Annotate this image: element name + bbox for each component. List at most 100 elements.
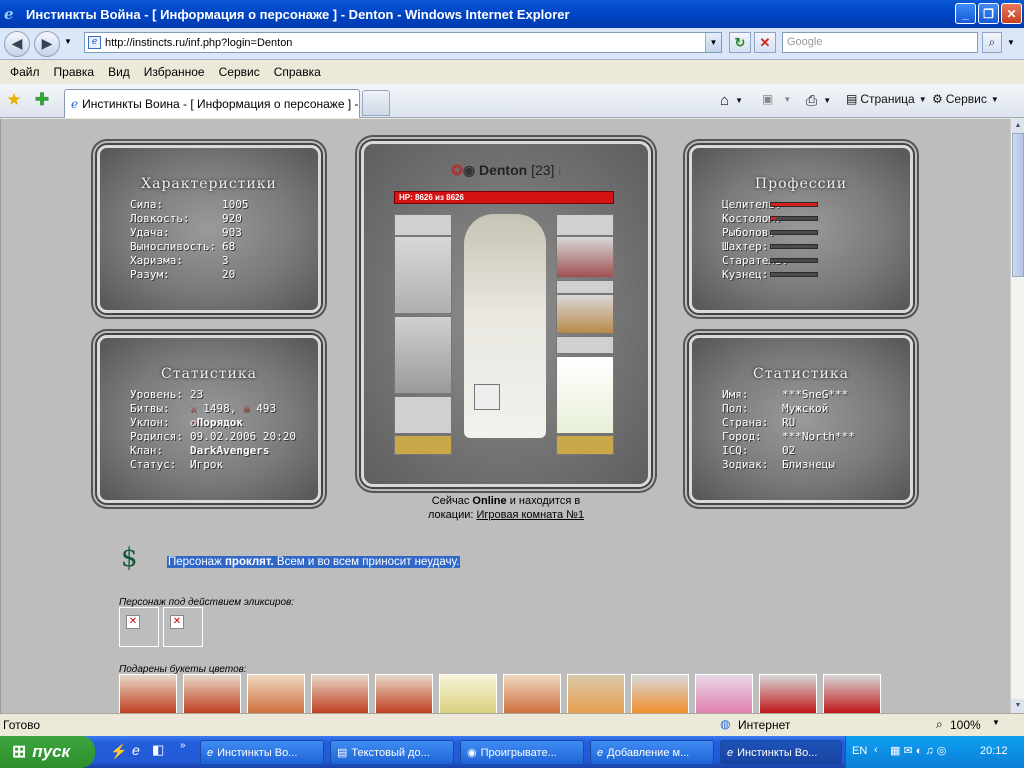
address-dropdown-icon[interactable]: ▼ (705, 33, 721, 52)
elixir-slot[interactable]: ✕ (119, 607, 159, 647)
home-icon[interactable]: ⌂ ▼ (720, 92, 743, 109)
quicklaunch-ie-icon[interactable]: e (132, 742, 140, 758)
flower-bouquet[interactable] (247, 674, 305, 713)
tray-expand-icon[interactable]: ‹ (874, 744, 878, 756)
menu-tools[interactable]: Сервис (212, 65, 267, 79)
flower-bouquet[interactable] (439, 674, 497, 713)
zoom-level[interactable]: 100% (950, 718, 981, 732)
elixir-slot[interactable]: ✕ (163, 607, 203, 647)
equip-slot[interactable] (394, 214, 452, 236)
stat-row: Харизма: 3 (130, 254, 229, 267)
scroll-down-icon[interactable]: ▼ (1011, 699, 1024, 713)
flower-bouquet[interactable] (183, 674, 241, 713)
status-bar: Готово ◍ Интернет ⌕ 100% ▼ (0, 713, 1024, 736)
favorites-star-icon[interactable]: ★ (4, 90, 24, 110)
page-menu[interactable]: ▤ Страница ▼ (846, 92, 927, 106)
search-icon: ⌕ (988, 35, 996, 49)
flower-bouquet[interactable] (375, 674, 433, 713)
weapon-slot[interactable] (394, 236, 452, 314)
clan-icon: ◉ (462, 162, 476, 178)
language-indicator[interactable]: EN (852, 745, 867, 757)
stat-row: Разум: 20 (130, 268, 236, 281)
search-input[interactable]: Google (782, 32, 978, 53)
ring-slots-right[interactable] (556, 435, 614, 455)
back-button[interactable]: ◀ (4, 30, 30, 57)
bracer-slot[interactable] (556, 294, 614, 334)
gloves-slot[interactable] (556, 236, 614, 278)
search-options-icon[interactable]: ▼ (1004, 32, 1018, 53)
menu-file[interactable]: Файл (3, 65, 47, 79)
menu-view[interactable]: Вид (101, 65, 137, 79)
page-icon: e (88, 36, 101, 49)
taskbar-item[interactable]: e Добавление м... (590, 740, 714, 765)
level-row: Уровень: 23 (130, 388, 204, 401)
quicklaunch-app-icon[interactable]: ◧ (152, 742, 164, 758)
taskbar-item[interactable]: e Инстинкты Во... (200, 740, 324, 765)
add-favorite-icon[interactable]: ✚ (32, 90, 52, 110)
tab-ie-icon: e (71, 97, 79, 111)
ring-slots[interactable] (394, 435, 452, 455)
tab-label: Инстинкты Воина - [ Информация о персона… (82, 97, 360, 111)
flower-bouquet[interactable] (759, 674, 817, 713)
taskbar: ⊞ пуск ⚡ e ◧ » e Инстинкты Во... ▤ Текстов… (0, 736, 1024, 768)
tools-menu[interactable]: ⚙ Сервис ▼ (932, 92, 999, 106)
stop-button[interactable]: ✕ (754, 32, 776, 53)
quicklaunch-more-icon[interactable]: » (180, 740, 186, 751)
start-button[interactable]: ⊞ пуск (0, 736, 95, 768)
profession-fill (771, 273, 773, 276)
minimize-button[interactable]: _ (955, 3, 976, 24)
scroll-up-icon[interactable]: ▲ (1011, 119, 1024, 133)
print-icon[interactable]: ⎙ ▼ (806, 92, 831, 109)
belt-slot[interactable] (394, 396, 452, 434)
tray-icons[interactable]: ▦ ✉ ◐ ♫ ◎ (890, 744, 946, 757)
taskbar-item[interactable]: ◉ Проигрывате... (460, 740, 584, 765)
flower-bouquet[interactable] (311, 674, 369, 713)
flower-bouquet[interactable] (631, 674, 689, 713)
quicklaunch-icon[interactable]: ⚡ (110, 743, 127, 760)
flower-bouquet[interactable] (119, 674, 177, 713)
stat-row: Удача: 903 (130, 226, 242, 239)
small-slots[interactable] (556, 280, 614, 294)
flower-bouquet[interactable] (695, 674, 753, 713)
clock[interactable]: 20:12 (980, 745, 1008, 757)
info-icon: i (558, 167, 561, 177)
profession-bar (770, 202, 818, 207)
forward-button[interactable]: ▶ (34, 30, 60, 57)
flower-bouquet[interactable] (567, 674, 625, 713)
taskbar-item-active[interactable]: e Инстинкты Во... (720, 740, 842, 765)
taskbar-item[interactable]: ▤ Текстовый до... (330, 740, 454, 765)
broken-image-icon: ✕ (170, 615, 184, 629)
new-tab-button[interactable] (362, 90, 390, 116)
zoom-dropdown-icon[interactable]: ▼ (992, 718, 1000, 727)
amulet-slot[interactable] (556, 336, 614, 354)
address-input[interactable]: e http://instincts.ru/inf.php?login=Dent… (84, 32, 722, 53)
earring-slot[interactable] (556, 214, 614, 236)
start-label: пуск (32, 742, 71, 761)
menu-favorites[interactable]: Избранное (137, 65, 212, 79)
menu-edit[interactable]: Правка (47, 65, 102, 79)
scroll-thumb[interactable] (1012, 133, 1024, 277)
gear-icon: ⚙ (932, 92, 943, 106)
flowers-slot[interactable] (556, 356, 614, 434)
flower-bouquet[interactable] (503, 674, 561, 713)
feeds-icon[interactable]: ▣ ▼ (762, 92, 791, 106)
vertical-scrollbar[interactable]: ▲ ▼ (1010, 119, 1024, 713)
personal-title: Статистика (753, 366, 849, 382)
profession-fill (771, 259, 773, 262)
refresh-button[interactable]: ↻ (729, 32, 751, 53)
menu-help[interactable]: Справка (267, 65, 328, 79)
search-button[interactable]: ⌕ (982, 32, 1002, 53)
tab-current[interactable]: e Инстинкты Воина - [ Информация о персо… (64, 89, 360, 118)
location-link[interactable]: Игровая комната №1 (476, 509, 584, 521)
professions-panel: Профессии Целитель: Костолом: Рыболов: Ш… (689, 145, 913, 313)
profession-bar (770, 244, 818, 249)
profession-fill (771, 231, 773, 234)
close-button[interactable]: ✕ (1001, 3, 1022, 24)
back-arrow-icon: ◀ (11, 35, 23, 51)
history-dropdown-icon[interactable]: ▼ (64, 37, 72, 46)
profession-fill (771, 217, 776, 220)
character-name: ✪◉ Denton [23] i (451, 162, 561, 178)
maximize-button[interactable]: ❐ (978, 3, 999, 24)
armor-slot[interactable] (394, 316, 452, 394)
flower-bouquet[interactable] (823, 674, 881, 713)
